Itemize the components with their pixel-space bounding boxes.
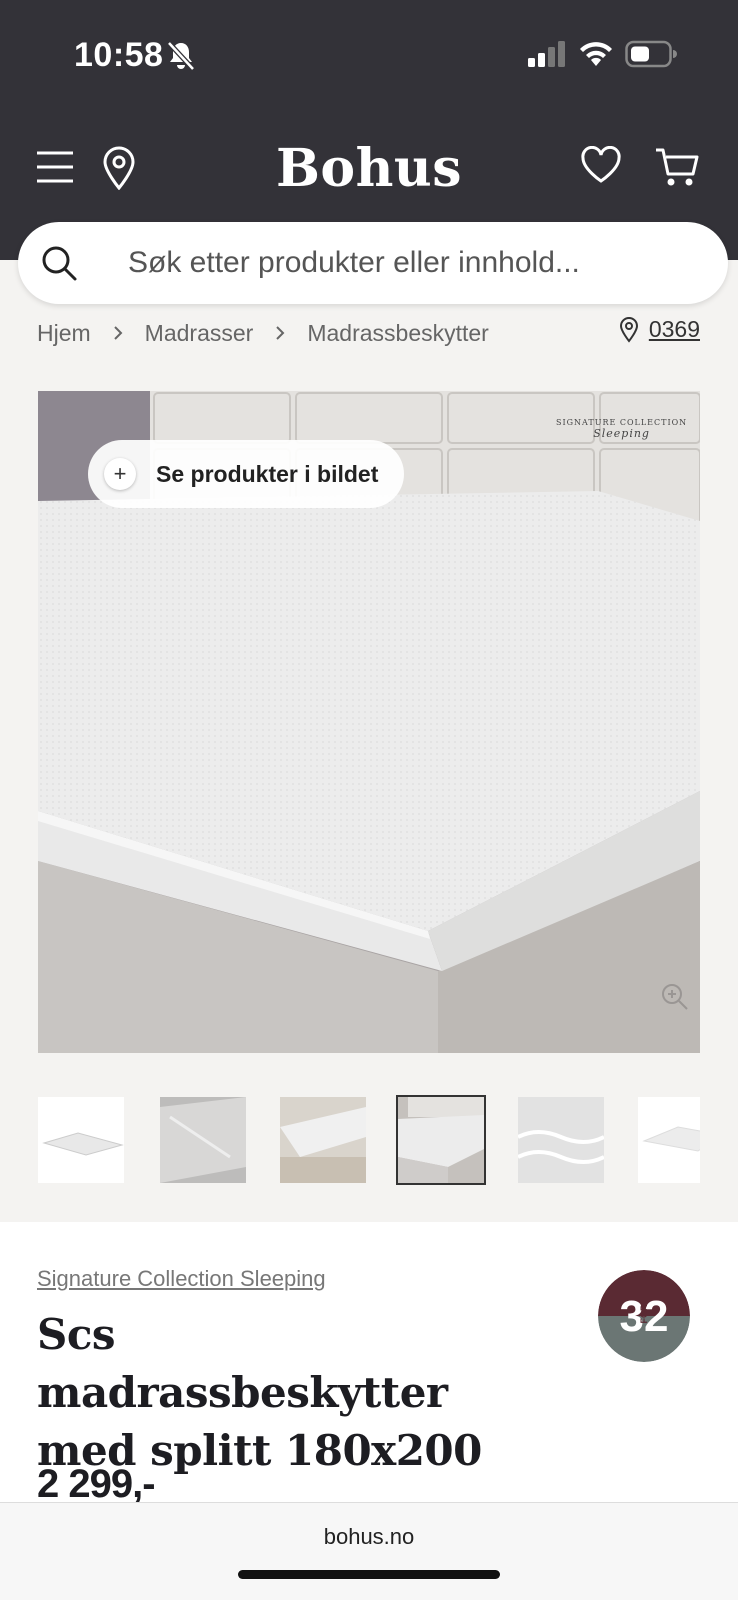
cellular-signal-icon — [528, 41, 565, 67]
breadcrumb-item-home[interactable]: Hjem — [37, 320, 91, 347]
heart-wishlist-icon[interactable] — [580, 146, 622, 184]
zoom-in-icon[interactable] — [660, 982, 690, 1012]
thumbnail-2[interactable] — [160, 1097, 246, 1183]
store-selector[interactable]: 0369 — [619, 316, 700, 343]
status-bar: 10:58 — [0, 0, 738, 110]
breadcrumb-item-madrassbeskytter[interactable]: Madrassbeskytter — [307, 320, 489, 347]
wifi-icon — [580, 42, 612, 66]
3-for-2-badge: 32 FOR — [598, 1270, 690, 1362]
store-number[interactable]: 0369 — [649, 316, 700, 343]
shop-the-look-button[interactable]: + Se produkter i bildet — [88, 440, 404, 508]
home-indicator[interactable] — [238, 1570, 500, 1579]
shop-the-look-label: Se produkter i bildet — [156, 460, 379, 487]
browser-bottom-bar — [0, 1502, 738, 1600]
browser-url[interactable]: bohus.no — [0, 1524, 738, 1550]
search-input[interactable] — [128, 240, 708, 286]
search-bar[interactable] — [18, 222, 728, 304]
thumbnail-4-selected[interactable] — [396, 1095, 486, 1185]
thumbnail-1[interactable] — [38, 1097, 124, 1183]
breadcrumb: Hjem Madrasser Madrassbeskytter — [37, 316, 489, 350]
product-price: 2 299,- — [37, 1462, 156, 1506]
signature-collection-watermark: SIGNATURE COLLECTION Sleeping — [556, 418, 688, 440]
chevron-right-icon — [113, 320, 123, 347]
bohus-logo[interactable]: Bohus — [0, 138, 738, 199]
status-time: 10:58 — [74, 36, 164, 74]
plus-icon: + — [104, 458, 136, 490]
search-icon[interactable] — [40, 244, 78, 282]
badge-for-label: FOR — [639, 1304, 649, 1323]
product-brand-link[interactable]: Signature Collection Sleeping — [37, 1266, 326, 1292]
location-pin-icon — [619, 316, 638, 343]
breadcrumb-item-madrasser[interactable]: Madrasser — [145, 320, 254, 347]
bell-muted-icon — [167, 41, 195, 71]
thumbnail-strip — [38, 1094, 700, 1186]
thumbnail-6[interactable] — [638, 1097, 700, 1183]
thumbnail-5[interactable] — [518, 1097, 604, 1183]
battery-icon — [625, 40, 677, 68]
thumbnail-3[interactable] — [280, 1097, 366, 1183]
chevron-right-icon — [275, 320, 285, 347]
shopping-cart-icon[interactable] — [654, 146, 700, 188]
product-title: Scs madrassbeskytter med splitt 180x200 — [37, 1310, 482, 1475]
